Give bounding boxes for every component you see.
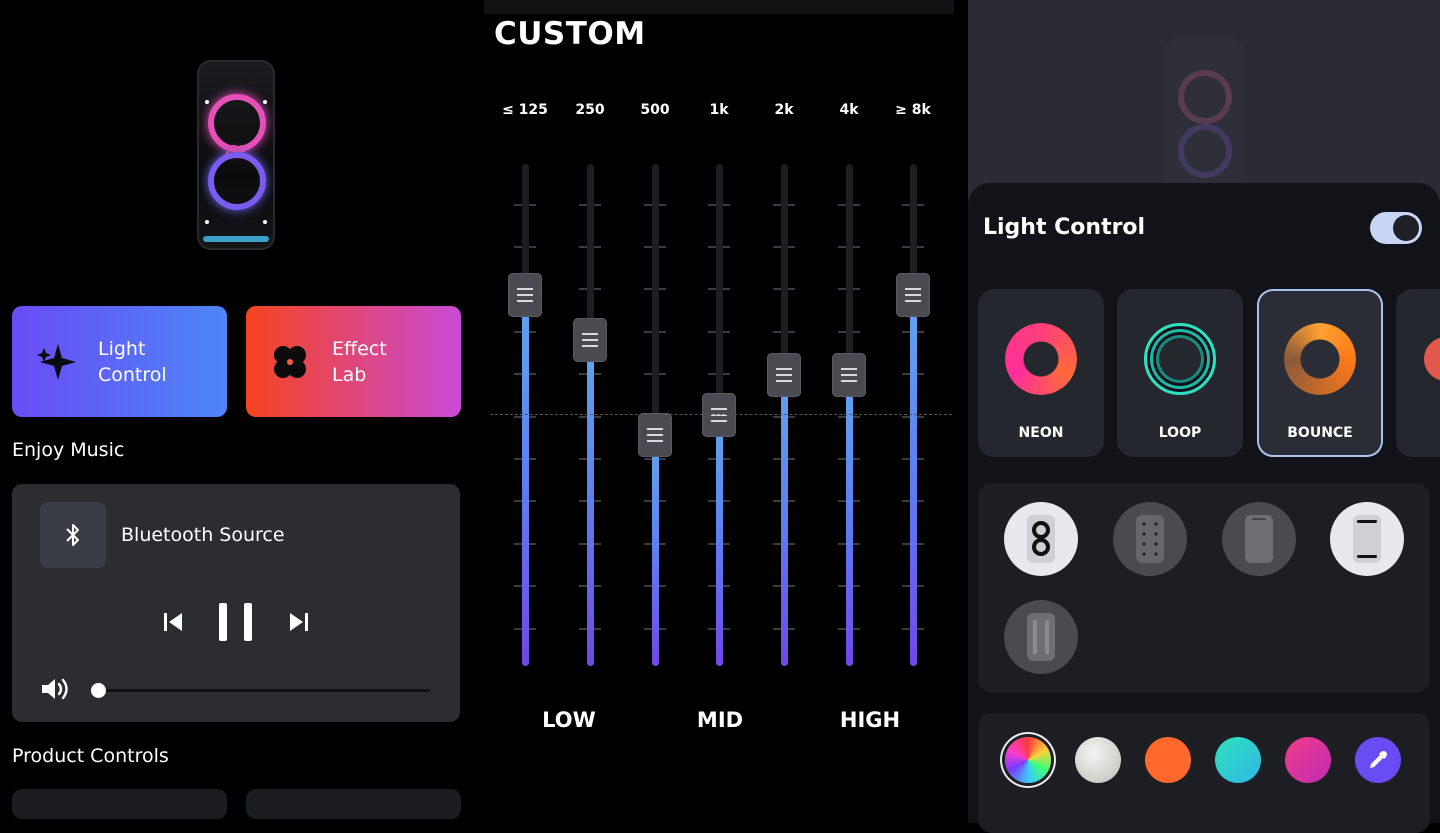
eq-frequency-label: ≥ 8k <box>895 102 931 118</box>
eq-group-label: LOW <box>542 708 596 732</box>
color-picker-card <box>978 713 1430 833</box>
eq-slider-thumb[interactable] <box>573 317 607 362</box>
eq-group-label: HIGH <box>839 708 901 732</box>
light-control-label: Light Control <box>98 337 167 386</box>
light-control-tile[interactable]: Light Control <box>12 306 227 417</box>
effect-loop[interactable]: LOOP <box>1117 289 1243 457</box>
pause-icon[interactable] <box>217 602 255 642</box>
volume-icon[interactable] <box>40 676 72 702</box>
eq-slider-thumb[interactable] <box>767 352 801 397</box>
music-player-card: Bluetooth Source <box>12 484 460 722</box>
figure-eight-pattern-icon <box>1027 515 1055 563</box>
eq-frequency-label: ≤ 125 <box>502 102 548 118</box>
product-control-tile[interactable] <box>246 789 461 819</box>
eq-frequency-label: 500 <box>640 102 670 118</box>
color-swatch-white[interactable] <box>1075 737 1121 783</box>
full-panel-pattern-icon <box>1245 515 1273 563</box>
eq-slider-thumb[interactable] <box>702 393 736 437</box>
loop-effect-icon <box>1144 323 1216 395</box>
eq-frequency-label: 4k <box>839 102 859 118</box>
light-control-title: Light Control <box>983 215 1146 240</box>
eq-slider-thumb[interactable] <box>896 272 930 317</box>
top-bar <box>484 0 954 14</box>
next-track-icon[interactable] <box>288 611 310 633</box>
volume-slider-thumb[interactable] <box>91 683 106 698</box>
eq-slider-fill <box>909 294 917 666</box>
pattern-dots[interactable] <box>1113 502 1187 576</box>
effect-preview-icon <box>1424 337 1440 381</box>
eq-preset-title: CUSTOM <box>494 16 646 52</box>
eq-slider-fill <box>521 294 529 666</box>
eq-zero-line <box>490 414 952 415</box>
eq-slider-thumb[interactable] <box>508 272 542 317</box>
eq-slider-thumb[interactable] <box>832 352 866 397</box>
enjoy-music-heading: Enjoy Music <box>12 439 125 461</box>
equalizer-panel: CUSTOM ≤ 125 250 500 1k 2k 4k ≥ 8k LOW MID HIG… <box>470 0 968 810</box>
color-swatch-teal[interactable] <box>1215 737 1261 783</box>
volume-slider[interactable] <box>98 689 430 692</box>
bluetooth-icon <box>66 524 79 546</box>
light-control-panel: Light Control NEON LOOP BOUNCE <box>968 0 1440 833</box>
flower-icon <box>274 345 306 378</box>
speaker-preview-image <box>1164 38 1244 188</box>
sparkle-icon <box>37 343 76 380</box>
effect-bounce[interactable]: BOUNCE <box>1257 289 1383 457</box>
toggle-knob <box>1393 215 1419 241</box>
eq-frequency-label: 2k <box>774 102 794 118</box>
color-swatch-orange[interactable] <box>1145 737 1191 783</box>
bluetooth-source-button[interactable] <box>40 502 106 568</box>
light-control-sheet: Light Control NEON LOOP BOUNCE <box>968 183 1440 833</box>
bluetooth-source-label: Bluetooth Source <box>121 524 285 546</box>
speaker-preview-area <box>968 0 1440 200</box>
pattern-figure-eight[interactable] <box>1004 502 1078 576</box>
pattern-side-lines[interactable] <box>1004 600 1078 674</box>
speaker-image: JBL <box>197 60 275 250</box>
side-lines-pattern-icon <box>1027 613 1055 661</box>
custom-color-button[interactable] <box>1355 737 1401 783</box>
effect-label: BOUNCE <box>1287 425 1353 441</box>
product-control-tile[interactable] <box>12 789 227 819</box>
bounce-effect-icon <box>1284 323 1356 395</box>
home-panel: JBL Light Control Effect Lab Enjoy Music <box>0 0 470 819</box>
eq-slider-fill <box>780 374 788 666</box>
effect-neon[interactable]: NEON <box>978 289 1104 457</box>
product-controls-heading: Product Controls <box>12 745 169 767</box>
eq-slider-fill <box>715 415 723 666</box>
neon-effect-icon <box>1005 323 1077 395</box>
eq-slider-fill <box>845 374 853 666</box>
eq-slider-thumb[interactable] <box>638 413 672 458</box>
eq-group-label: MID <box>696 708 744 732</box>
effect-partial[interactable] <box>1396 289 1440 457</box>
eq-frequency-label: 1k <box>709 102 729 118</box>
effect-lab-tile[interactable]: Effect Lab <box>246 306 461 417</box>
pattern-full-panel[interactable] <box>1222 502 1296 576</box>
light-control-toggle[interactable] <box>1370 212 1422 244</box>
eq-frequency-label: 250 <box>575 102 605 118</box>
bars-pattern-icon <box>1353 515 1381 563</box>
color-swatch-magenta[interactable] <box>1285 737 1331 783</box>
color-swatch-rainbow[interactable] <box>1005 737 1051 783</box>
effect-label: LOOP <box>1158 425 1202 441</box>
effect-label: NEON <box>1018 425 1064 441</box>
eq-slider-fill <box>586 339 594 666</box>
dots-pattern-icon <box>1136 515 1164 563</box>
pattern-bars[interactable] <box>1330 502 1404 576</box>
effect-lab-label: Effect Lab <box>332 337 387 386</box>
eyedropper-icon <box>1370 751 1387 768</box>
eq-slider-fill <box>651 435 659 666</box>
light-pattern-card <box>978 483 1430 693</box>
previous-track-icon[interactable] <box>162 611 184 633</box>
